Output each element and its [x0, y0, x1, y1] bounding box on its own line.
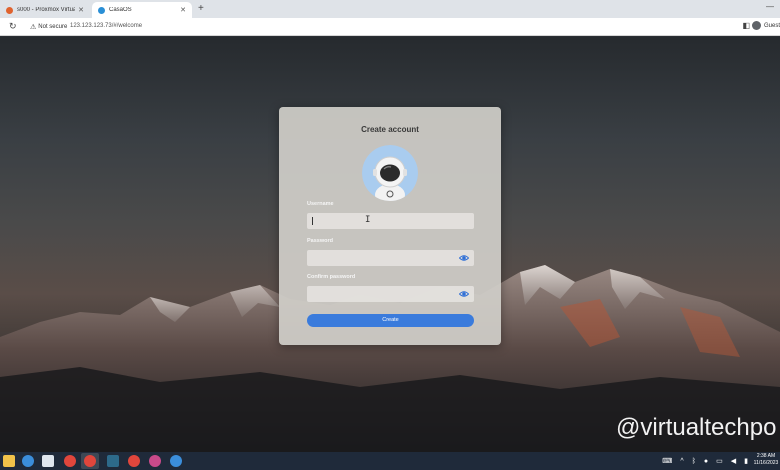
username-input[interactable]	[307, 213, 474, 229]
show-confirm-password-eye-icon[interactable]	[459, 289, 469, 299]
password-label: Password	[307, 238, 333, 244]
warning-icon: ⚠	[30, 24, 37, 31]
text-caret	[312, 217, 313, 225]
minimize-icon[interactable]: —	[766, 2, 774, 11]
astronaut-avatar-icon[interactable]	[362, 145, 418, 201]
sidebar-icon[interactable]: ◧	[742, 21, 750, 30]
tab-casaos[interactable]: CasaOS ✕	[92, 2, 192, 18]
proxmox-icon	[6, 6, 13, 14]
casaos-icon	[98, 6, 105, 14]
profile-button[interactable]: Guest	[751, 21, 780, 30]
browser-toolbar: ↻ ⚠ Not secure 123.123.123.73/#/welcome …	[0, 18, 780, 36]
profile-avatar-icon	[751, 21, 761, 30]
new-tab-icon[interactable]: +	[198, 3, 204, 14]
security-label: Not secure	[38, 24, 68, 30]
show-password-eye-icon[interactable]	[459, 253, 469, 263]
taskbar: ⌨ ^ ᛒ ● ▭ ◀ ▮ 2:38 AM 11/16/2023	[0, 452, 780, 470]
clock-time: 2:38 AM	[756, 453, 776, 459]
volume-icon[interactable]: ◀	[731, 457, 736, 465]
microphone-icon[interactable]: ●	[704, 458, 708, 465]
network-icon[interactable]	[42, 455, 54, 467]
keyboard-icon[interactable]: ⌨	[662, 457, 672, 465]
tab-proxmox[interactable]: s000 - Proxmox Virtual Environ ✕	[0, 2, 90, 18]
file-explorer-icon[interactable]	[3, 455, 15, 467]
bluetooth-icon[interactable]: ᛒ	[692, 458, 696, 465]
chrome-icon[interactable]	[64, 455, 76, 467]
chrome-active-icon[interactable]	[84, 455, 96, 467]
browser-tabstrip: s000 - Proxmox Virtual Environ ✕ CasaOS …	[0, 0, 780, 18]
address-bar[interactable]: 123.123.123.73/#/welcome	[70, 23, 142, 29]
system-tray: ⌨ ^ ᛒ ● ▭ ◀ ▮	[662, 453, 748, 469]
watermark-text: @virtualtechpo	[616, 414, 777, 441]
close-icon[interactable]: ✕	[78, 6, 84, 14]
profile-label: Guest	[763, 22, 780, 29]
password-input[interactable]	[307, 250, 474, 266]
text-cursor-icon: I	[365, 215, 371, 225]
reload-icon[interactable]: ↻	[9, 21, 17, 32]
chrome-icon[interactable]	[128, 455, 140, 467]
create-button[interactable]: Create	[307, 314, 474, 327]
security-indicator[interactable]: ⚠ Not secure	[30, 23, 67, 31]
dialog-title: Create account	[361, 125, 419, 134]
close-icon[interactable]: ✕	[180, 6, 186, 14]
clock-date: 11/16/2023	[753, 460, 779, 466]
chrome-profile-icon[interactable]	[170, 455, 182, 467]
create-account-dialog: Create account Username I Password Confi…	[279, 107, 501, 345]
tab-label: CasaOS	[109, 7, 132, 13]
clock[interactable]: 2:38 AM 11/16/2023	[752, 453, 780, 467]
display-icon[interactable]: ▭	[716, 457, 723, 465]
battery-icon[interactable]: ▮	[744, 457, 748, 465]
terminal-icon[interactable]	[107, 455, 119, 467]
username-label: Username	[307, 201, 334, 207]
confirm-password-label: Confirm password	[307, 274, 356, 280]
confirm-password-input[interactable]	[307, 286, 474, 302]
tab-label: s000 - Proxmox Virtual Environ	[17, 7, 76, 13]
chevron-up-icon[interactable]: ^	[680, 458, 683, 465]
chrome-profile-icon[interactable]	[149, 455, 161, 467]
edge-icon[interactable]	[22, 455, 34, 467]
